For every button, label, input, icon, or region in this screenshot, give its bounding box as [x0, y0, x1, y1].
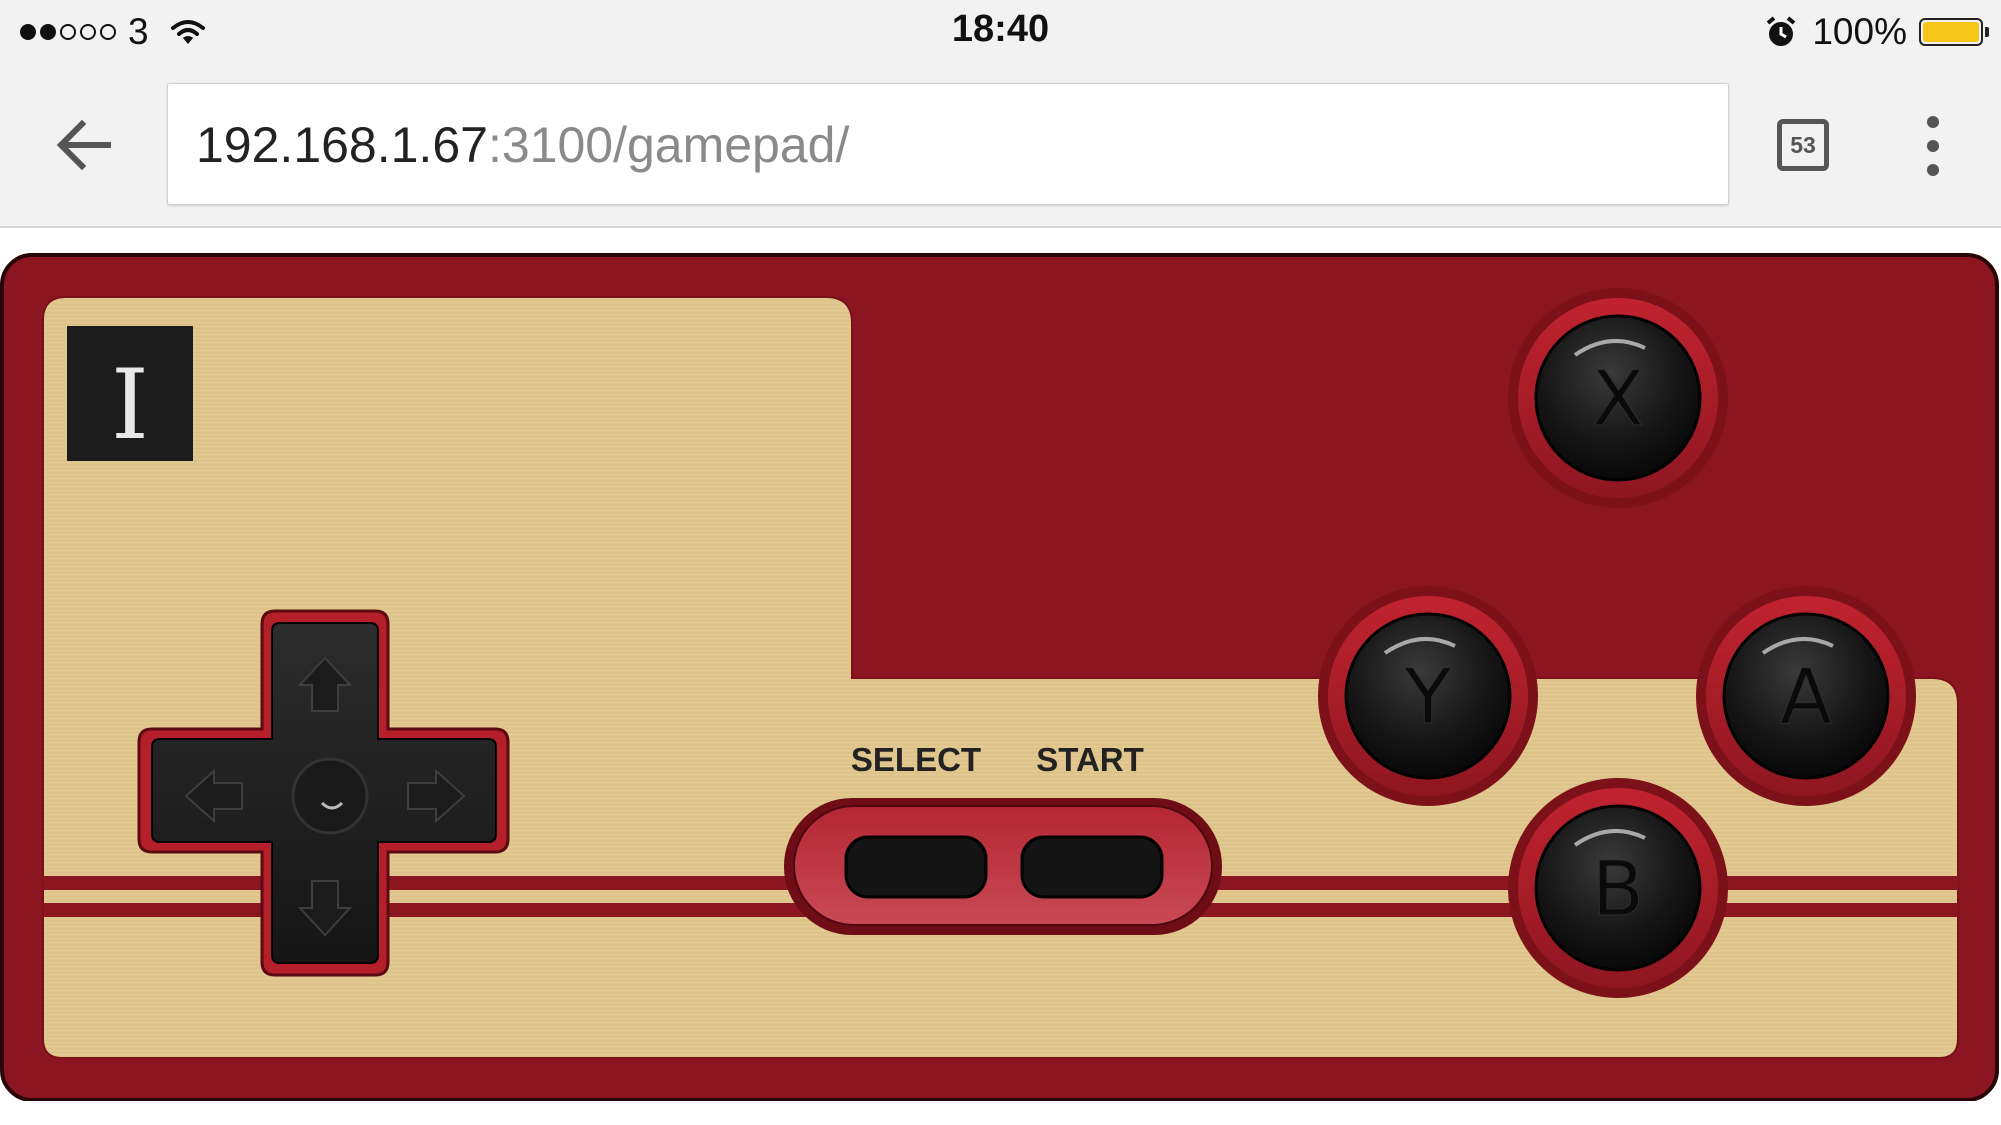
- select-button[interactable]: [844, 835, 988, 899]
- status-right: 100%: [1764, 8, 1989, 56]
- button-x[interactable]: X: [1508, 288, 1728, 508]
- url-host: 192.168.1.67: [196, 117, 488, 173]
- tab-count: 53: [1790, 131, 1816, 158]
- button-b-label: B: [1592, 844, 1644, 933]
- more-vert-icon[interactable]: [1918, 116, 1948, 176]
- button-y-label: Y: [1404, 652, 1452, 741]
- button-a[interactable]: A: [1696, 586, 1916, 806]
- gamepad-controller: I SELECT START X Y A B: [0, 253, 1999, 1101]
- battery-icon: [1919, 18, 1989, 46]
- browser-toolbar: 192.168.1.67:3100/gamepad/ 53: [0, 64, 2001, 228]
- button-x-label: X: [1592, 354, 1644, 443]
- dpad-center: [291, 757, 369, 835]
- url-path: :3100/gamepad/: [487, 117, 850, 173]
- alarm-icon: [1767, 16, 1796, 46]
- button-b[interactable]: B: [1508, 778, 1728, 998]
- player-label: I: [111, 349, 149, 461]
- button-a-label: A: [1780, 652, 1832, 741]
- address-bar[interactable]: 192.168.1.67:3100/gamepad/: [167, 83, 1729, 205]
- select-label: SELECT: [851, 741, 981, 778]
- battery-level-fill: [1923, 22, 1979, 42]
- battery-percent: 100%: [1812, 11, 1907, 52]
- button-y[interactable]: Y: [1318, 586, 1538, 806]
- status-time: 18:40: [951, 8, 1050, 50]
- arrow-left-icon[interactable]: [50, 110, 120, 180]
- status-bar: 3 18:40 100%: [0, 0, 2001, 64]
- start-button[interactable]: [1020, 835, 1164, 899]
- url-text: 192.168.1.67:3100/gamepad/: [196, 116, 849, 174]
- tab-switcher-button[interactable]: 53: [1777, 119, 1829, 171]
- start-label: START: [1036, 741, 1144, 778]
